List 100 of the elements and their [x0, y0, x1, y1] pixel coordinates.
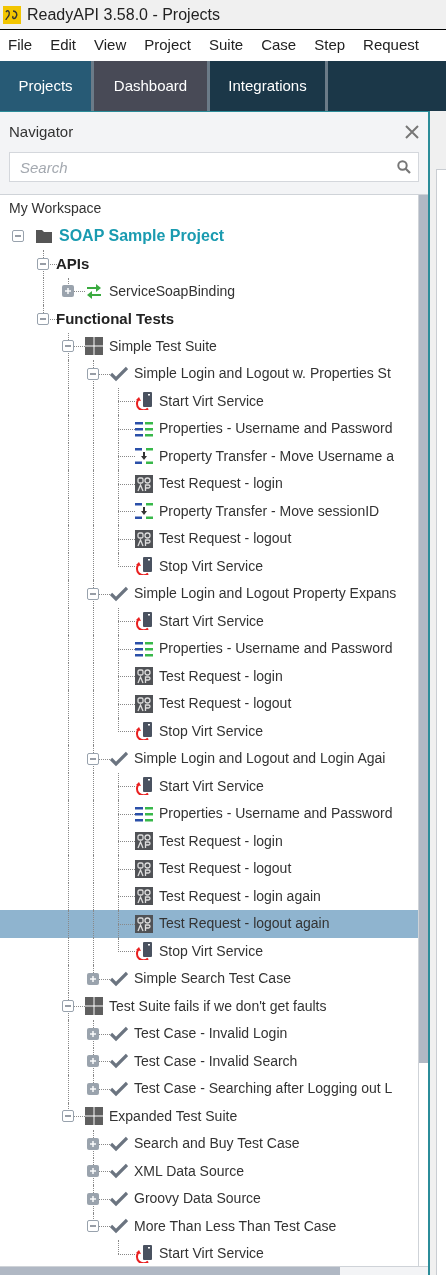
request-icon	[135, 694, 153, 713]
search-field[interactable]: Search	[9, 152, 419, 182]
server-restart-icon	[135, 392, 153, 411]
tree-item[interactable]: Functional Tests	[0, 305, 418, 333]
collapse-toggle[interactable]	[62, 1000, 74, 1013]
tree-item[interactable]: Stop Virt Service	[0, 552, 418, 580]
tree-item[interactable]: Simple Search Test Case	[0, 965, 418, 993]
collapse-toggle[interactable]	[12, 230, 24, 243]
panel-title: Navigator	[9, 121, 74, 142]
tree-item[interactable]: Test Request - login	[0, 662, 418, 690]
collapse-toggle[interactable]	[87, 367, 99, 380]
properties-icon	[135, 804, 153, 823]
tree-item[interactable]: Simple Login and Logout and Login Agai	[0, 745, 418, 773]
folder-icon	[35, 227, 53, 246]
menu-item[interactable]: Edit	[50, 34, 77, 57]
collapse-toggle[interactable]	[62, 340, 74, 353]
tree-item[interactable]: Test Suite fails if we don't get faults	[0, 992, 418, 1020]
expand-toggle[interactable]	[87, 972, 99, 985]
collapse-toggle[interactable]	[62, 1110, 74, 1123]
tab[interactable]: Projects	[0, 61, 94, 111]
expand-toggle[interactable]	[87, 1055, 99, 1068]
horizontal-scrollbar[interactable]	[0, 1266, 428, 1275]
tree-item[interactable]: Test Request - logout	[0, 690, 418, 718]
expand-toggle[interactable]	[62, 285, 74, 298]
server-restart-icon	[135, 1244, 153, 1263]
tree-item[interactable]: XML Data Source	[0, 1157, 418, 1185]
tree-item[interactable]: Test Request - login	[0, 827, 418, 855]
checkmark-icon	[110, 1079, 128, 1098]
collapse-toggle[interactable]	[87, 587, 99, 600]
tree-item[interactable]: Simple Test Suite	[0, 332, 418, 360]
checkmark-icon	[110, 1217, 128, 1236]
server-restart-icon	[135, 612, 153, 631]
checkmark-icon	[110, 969, 128, 988]
expand-toggle[interactable]	[87, 1027, 99, 1040]
tree-item[interactable]: Groovy Data Source	[0, 1185, 418, 1213]
tree-item[interactable]: Test Case - Searching after Logging out L	[0, 1075, 418, 1103]
tree-item[interactable]: Simple Login and Logout Property Expans	[0, 580, 418, 608]
menu-item[interactable]: File	[8, 34, 33, 57]
tab[interactable]: Dashboard	[94, 61, 210, 111]
server-restart-icon	[135, 722, 153, 741]
arrows-icon	[85, 282, 103, 301]
request-icon	[135, 667, 153, 686]
tree-item[interactable]: Stop Virt Service	[0, 717, 418, 745]
expand-toggle[interactable]	[87, 1165, 99, 1178]
tree-item[interactable]: Test Request - logout again	[0, 910, 418, 938]
request-icon	[135, 474, 153, 493]
tree-item[interactable]: Test Case - Invalid Login	[0, 1020, 418, 1048]
collapse-toggle[interactable]	[37, 257, 49, 270]
tree-item[interactable]: Properties - Username and Password	[0, 635, 418, 663]
tree-item[interactable]: Start Virt Service	[0, 1240, 418, 1266]
properties-icon	[135, 639, 153, 658]
menu-item[interactable]: Suite	[208, 34, 244, 57]
workspace-label: My Workspace	[8, 199, 103, 219]
tree-item[interactable]: Simple Login and Logout w. Properties St	[0, 360, 418, 388]
expand-toggle[interactable]	[87, 1192, 99, 1205]
tree-item[interactable]: APIs	[0, 250, 418, 278]
menu-item[interactable]: Step	[314, 34, 346, 57]
properties-icon	[135, 419, 153, 438]
expand-toggle[interactable]	[87, 1082, 99, 1095]
tree-item[interactable]: Stop Virt Service	[0, 937, 418, 965]
tree-item[interactable]: Test Request - login	[0, 470, 418, 498]
transfer-icon	[135, 502, 153, 521]
tree-item[interactable]: Properties - Username and Password	[0, 800, 418, 828]
tree-item[interactable]: Test Request - logout	[0, 525, 418, 553]
request-icon	[135, 832, 153, 851]
transfer-icon	[135, 447, 153, 466]
server-restart-icon	[135, 557, 153, 576]
tree-item[interactable]: Property Transfer - Move Username a	[0, 442, 418, 470]
expand-toggle[interactable]	[87, 1137, 99, 1150]
scrollbar-thumb[interactable]	[419, 195, 428, 1063]
scrollbar-thumb[interactable]	[0, 1267, 340, 1275]
checkmark-icon	[110, 1189, 128, 1208]
close-icon[interactable]	[405, 125, 419, 139]
tree-item[interactable]: Start Virt Service	[0, 387, 418, 415]
menu-item[interactable]: View	[94, 34, 127, 57]
menu-item[interactable]: Request	[363, 34, 419, 57]
request-icon	[135, 859, 153, 878]
collapse-toggle[interactable]	[37, 312, 49, 325]
window-title: ReadyAPI 3.58.0 - Projects	[27, 4, 220, 25]
server-restart-icon	[135, 777, 153, 796]
checkmark-icon	[110, 1024, 128, 1043]
tree-item[interactable]: Property Transfer - Move sessionID	[0, 497, 418, 525]
tree-item[interactable]: Test Case - Invalid Search	[0, 1047, 418, 1075]
grid-icon	[85, 997, 103, 1016]
tree-item[interactable]: Start Virt Service	[0, 607, 418, 635]
menu-item[interactable]: Project	[144, 34, 191, 57]
vertical-scrollbar[interactable]	[418, 195, 428, 1266]
collapse-toggle[interactable]	[87, 1220, 99, 1233]
tree-item[interactable]: ServiceSoapBinding	[0, 277, 418, 305]
checkmark-icon	[110, 749, 128, 768]
collapse-toggle[interactable]	[87, 752, 99, 765]
request-icon	[135, 887, 153, 906]
menu-item[interactable]: Case	[261, 34, 297, 57]
tree-item[interactable]: Test Request - logout	[0, 855, 418, 883]
tree-item[interactable]: Properties - Username and Password	[0, 415, 418, 443]
tree-item[interactable]: Search and Buy Test Case	[0, 1130, 418, 1158]
tree-item[interactable]: Expanded Test Suite	[0, 1102, 418, 1130]
search-icon[interactable]	[397, 160, 411, 174]
tree-item[interactable]: Start Virt Service	[0, 772, 418, 800]
tree-item[interactable]: More Than Less Than Test Case	[0, 1212, 418, 1240]
